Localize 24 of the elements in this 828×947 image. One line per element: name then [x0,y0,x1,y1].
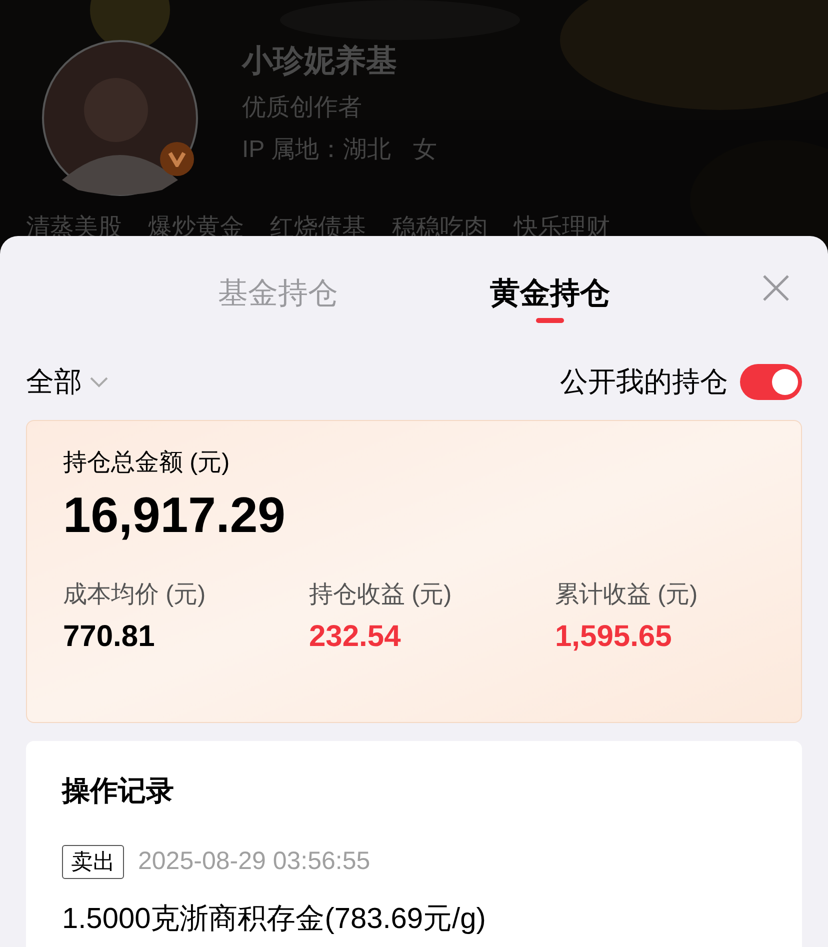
total-label: 持仓总金额 (元) [63,448,231,478]
gender-label: 女 [412,135,437,165]
chevron-down-icon [90,376,108,388]
stat-label: 累计收益 (元) [555,580,699,610]
records-title: 操作记录 [62,774,175,808]
record-time: 2025-08-29 03:56:55 [138,846,370,877]
filter-dropdown[interactable]: 全部 [26,361,108,403]
stat-value: 232.54 [309,619,402,655]
stat-label: 持仓收益 (元) [309,580,453,610]
close-button[interactable] [762,274,790,302]
stat-label: 成本均价 (元) [63,580,207,610]
total-amount: 16,917.29 [63,486,286,545]
record-type-tag: 卖出 [62,844,124,879]
avatar-icon [42,40,198,196]
public-toggle[interactable] [740,364,802,400]
ip-location: 湖北 [342,135,391,165]
tab[interactable]: 黄金持仓 [490,274,610,326]
profile-title: 优质创作者 [242,93,363,123]
stat-value: 1,595.65 [555,619,673,655]
toggle-label: 公开我的持仓 [560,365,728,399]
stat-value: 770.81 [63,619,156,655]
record-detail: 1.5000克浙商积存金(783.69元/g) [62,902,487,936]
ip-label: IP 属地： [242,135,343,165]
profile-name: 小珍妮养基 [242,42,398,80]
